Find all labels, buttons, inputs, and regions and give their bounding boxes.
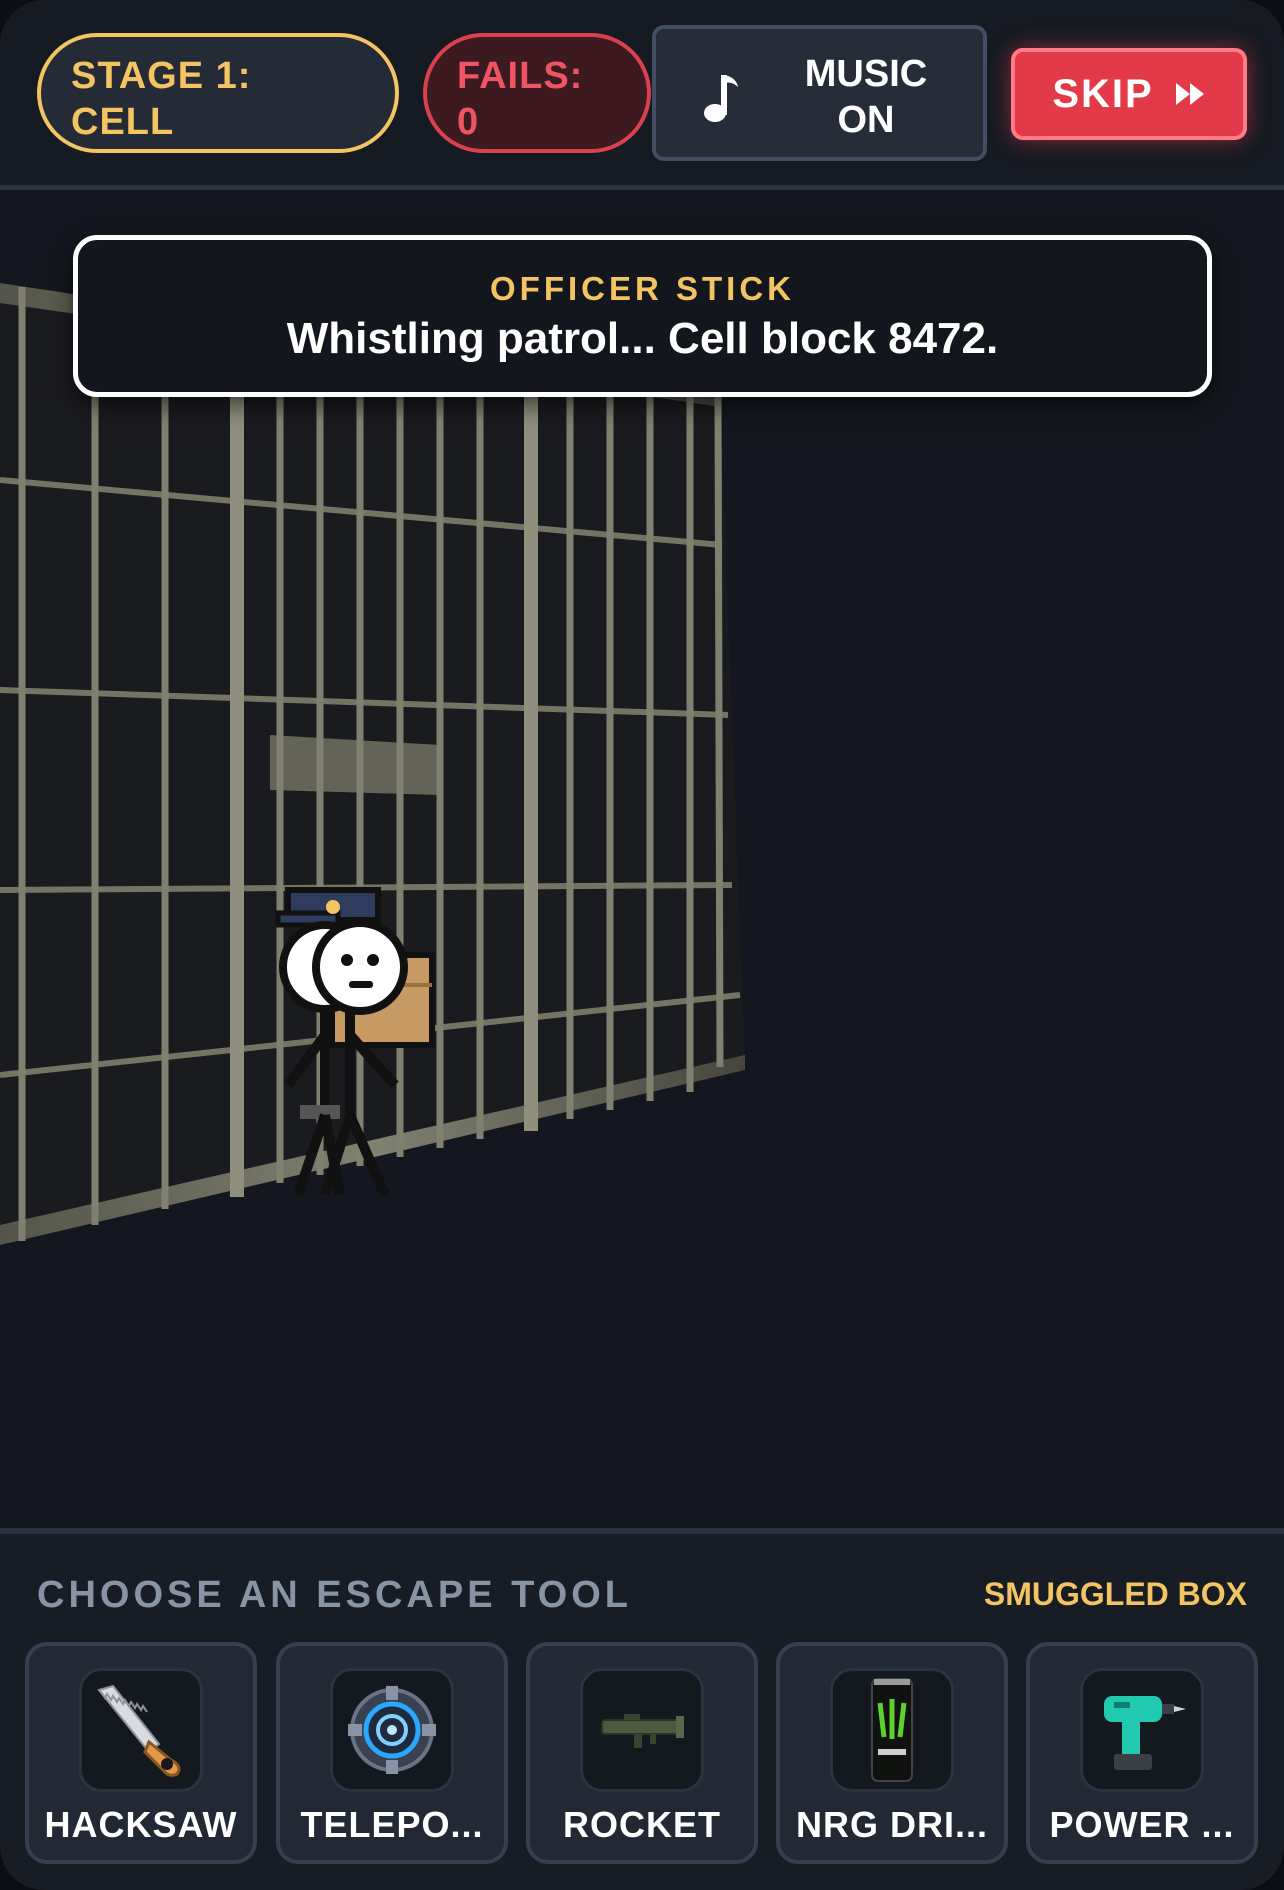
energy-drink-icon [871,1678,913,1782]
dialog-speaker: OFFICER STICK [490,270,795,307]
music-label-line2: ON [837,99,895,141]
game-frame: STAGE 1: CELL FAILS: 0 MUSIC ON SKIP OFF… [0,0,1284,1890]
tool-label: ROCKET [563,1804,721,1845]
tool-icon-frame [79,1668,203,1792]
fails-count: 0 [457,101,480,143]
game-scene: OFFICER STICK Whistling patrol... Cell b… [0,195,1284,1528]
tool-label: NRG DRI... [795,1804,988,1845]
skip-label: SKIP [1052,71,1154,116]
fails-label: FAILS: [457,55,584,97]
music-label: MUSIC ON [766,51,966,143]
hud-bar: STAGE 1: CELL FAILS: 0 MUSIC ON SKIP [0,0,1284,190]
tool-energy-drink[interactable]: NRG DRI... [776,1642,1008,1864]
stage-indicator: STAGE 1: CELL [37,33,399,153]
hacksaw-icon [97,1684,181,1777]
fast-forward-icon [1175,83,1204,105]
tool-icon-frame [830,1668,954,1792]
music-note-icon [704,75,738,122]
tool-label: HACKSAW [44,1804,238,1845]
music-toggle-button[interactable]: MUSIC ON [652,25,987,161]
tool-icon-frame [330,1668,454,1792]
teleporter-icon [348,1686,436,1774]
dialog-box: OFFICER STICK Whistling patrol... Cell b… [73,235,1212,397]
fails-counter: FAILS: 0 [423,33,651,153]
officer-stick-character [275,887,435,1198]
tool-icon-frame [1080,1668,1204,1792]
stage-label: STAGE 1: [71,55,252,97]
tool-label: TELEPO... [300,1804,484,1845]
dialog-message: Whistling patrol... Cell block 8472. [286,314,999,363]
power-drill-icon [1104,1696,1186,1770]
skip-button[interactable]: SKIP [1011,48,1247,140]
tool-hacksaw[interactable]: HACKSAW [25,1642,257,1864]
rocket-launcher-icon [601,1714,684,1748]
stage-name: CELL [71,101,175,143]
tool-rocket[interactable]: ROCKET [526,1642,758,1864]
music-label-line1: MUSIC [804,53,928,95]
tool-power-drill[interactable]: POWER ... [1026,1642,1258,1864]
tool-label: POWER ... [1049,1804,1235,1845]
tool-panel: CHOOSE AN ESCAPE TOOL SMUGGLED BOX HACKS… [0,1528,1284,1890]
tool-panel-title: CHOOSE AN ESCAPE TOOL [37,1574,632,1616]
tool-icon-frame [580,1668,704,1792]
tool-teleporter[interactable]: TELEPO... [276,1642,508,1864]
smuggled-box-label: SMUGGLED BOX [983,1576,1247,1612]
